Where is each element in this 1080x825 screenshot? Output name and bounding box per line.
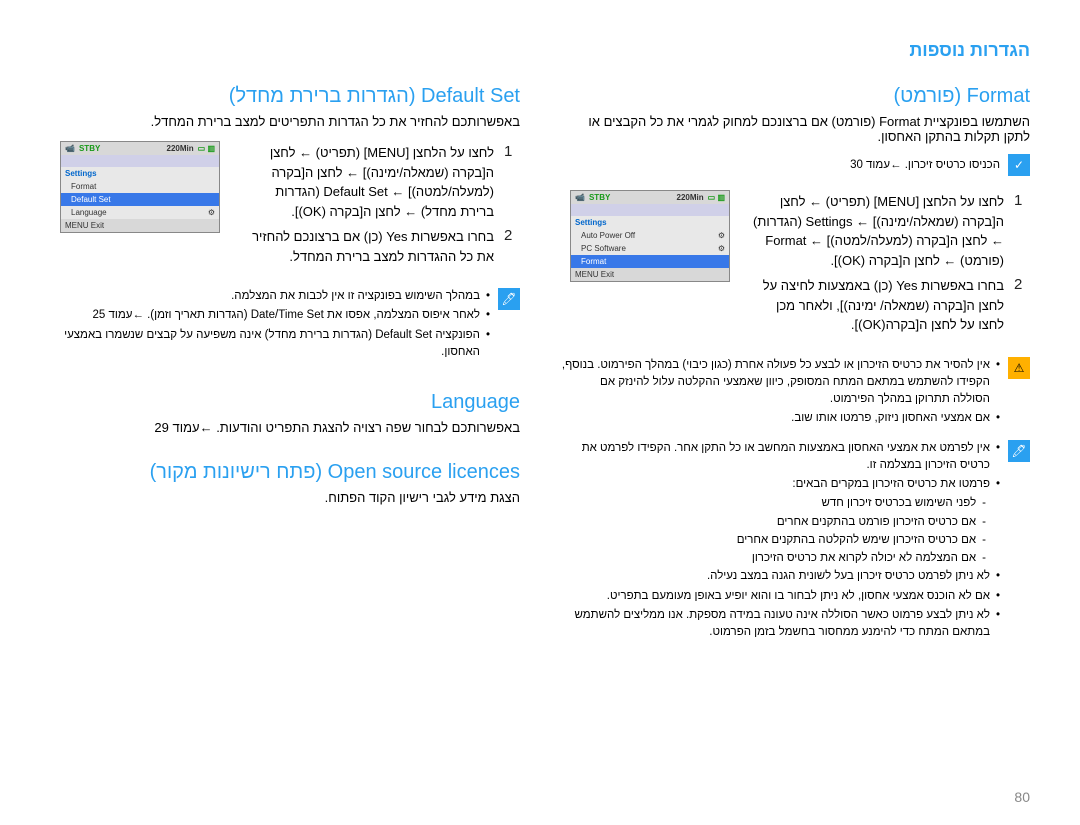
column-left: Default Set (הגדרות ברירת מחדל) באפשרותכ… xyxy=(50,85,520,653)
default-info: •במהלך השימוש בפונקציה זו אין לכבות את ה… xyxy=(50,288,490,363)
note-text: הכניסו כרטיס זיכרון. ←עמוד 30 xyxy=(850,159,1000,171)
step-number: 2 xyxy=(504,227,520,266)
language-desc: באפשרותכם לבחור שפה רצויה להצגת התפריט ו… xyxy=(50,420,520,435)
time-label: 220Min xyxy=(677,193,704,202)
card-icon: ▭ ▥ xyxy=(198,144,215,153)
format-desc: השתמשו בפונקציית Format (פורמט) אם ברצונ… xyxy=(560,114,1030,144)
step-number: 2 xyxy=(1014,276,1030,335)
licences-title: Open source licences (פתח רישיונות מקור) xyxy=(50,461,520,484)
warning-icon: ⚠ xyxy=(1008,357,1030,379)
licences-desc: הצגת מידע לגבי רישיון הקוד הפתוח. xyxy=(50,490,520,505)
default-step2: בחרו באפשרות Yes (כן) אם ברצונכם להחזיר … xyxy=(238,227,494,266)
format-step2: בחרו באפשרות Yes (כן) באמצעות לחיצה על ל… xyxy=(748,276,1004,335)
screen-item: Format xyxy=(61,180,219,193)
info-icon: 🖊 xyxy=(1008,440,1030,462)
page-header: הגדרות נוספות xyxy=(50,40,1030,61)
info-icon: 🖊 xyxy=(498,288,520,310)
step-number: 1 xyxy=(1014,192,1030,270)
screen-item: Auto Power Off⚙ xyxy=(571,229,729,242)
screen-side: Settings xyxy=(571,216,729,229)
format-step1: לחצו על הלחצן [MENU] (תפריט) ← לחצן ה[בק… xyxy=(748,192,1004,270)
default-set-title: Default Set (הגדרות ברירת מחדל) xyxy=(50,85,520,108)
default-step1: לחצו על הלחצן [MENU] (תפריט) ← לחצן ה[בק… xyxy=(238,143,494,221)
card-icon: ▭ ▥ xyxy=(708,193,725,202)
camera-screen-default: 📹 STBY 220Min ▭ ▥ Settings Format Defaul… xyxy=(60,141,220,233)
screen-item-selected: Format xyxy=(571,255,729,268)
screen-exit: MENU Exit xyxy=(61,219,219,232)
time-label: 220Min xyxy=(167,144,194,153)
screen-icon: 📹 xyxy=(575,193,585,202)
screen-item: PC Software⚙ xyxy=(571,242,729,255)
info-text: •אין לפרמט את אמצעי האחסון באמצעות המחשב… xyxy=(560,440,1000,644)
stby-label: STBY xyxy=(589,193,610,202)
screen-item-selected: Default Set xyxy=(61,193,219,206)
camera-screen-format: 📹 STBY 220Min ▭ ▥ Settings Auto Power Of… xyxy=(570,190,730,282)
column-right: Format (פורמט) השתמשו בפונקציית Format (… xyxy=(560,85,1030,653)
screen-side: Settings xyxy=(61,167,219,180)
language-title: Language xyxy=(50,391,520,414)
page-number: 80 xyxy=(1014,789,1030,805)
stby-label: STBY xyxy=(79,144,100,153)
screen-icon: 📹 xyxy=(65,144,75,153)
default-set-desc: באפשרותכם להחזיר את כל הגדרות התפריטים ל… xyxy=(50,114,520,129)
format-title: Format (פורמט) xyxy=(560,85,1030,108)
screen-item: Language⚙ xyxy=(61,206,219,219)
step-number: 1 xyxy=(504,143,520,221)
note-icon: ✓ xyxy=(1008,154,1030,176)
screen-exit: MENU Exit xyxy=(571,268,729,281)
warning-text: •אין להסיר את כרטיס הזיכרון או לבצע כל פ… xyxy=(560,357,1000,430)
